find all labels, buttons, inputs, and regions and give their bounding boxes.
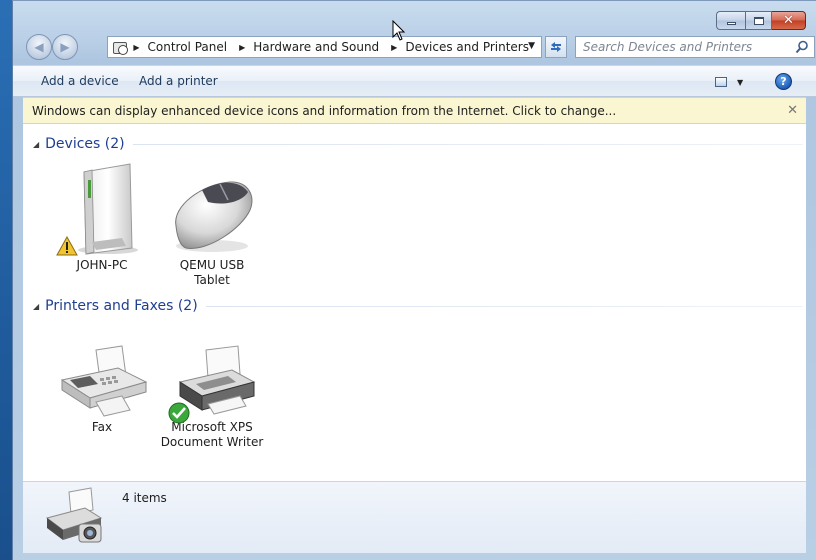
device-item-qemu-usb-tablet[interactable]: QEMU USB Tablet xyxy=(157,162,267,288)
device-label: QEMU USB Tablet xyxy=(157,258,267,288)
collapse-triangle-icon[interactable]: ◢ xyxy=(33,302,39,311)
maximize-button[interactable] xyxy=(745,11,772,30)
fax-icon xyxy=(60,345,148,417)
device-icon-wrap xyxy=(162,162,262,258)
device-label-line: Fax xyxy=(91,420,113,434)
breadcrumb-separator-icon[interactable]: ▶ xyxy=(133,43,139,52)
control-panel-icon xyxy=(112,40,129,55)
information-bar[interactable]: Windows can display enhanced device icon… xyxy=(23,97,806,124)
breadcrumb-devices-and-printers[interactable]: Devices and Printers xyxy=(405,40,529,54)
device-label-line: Document Writer xyxy=(160,435,264,449)
group-header-devices[interactable]: ◢ Devices (2) xyxy=(33,136,803,152)
details-pane: 4 items xyxy=(23,481,806,553)
device-label: JOHN-PC xyxy=(47,258,157,273)
warning-icon xyxy=(56,236,78,256)
navigation-bar: ◀ ▶ ▶ Control Panel ▶ Hardware and Sound… xyxy=(23,33,815,61)
view-icon xyxy=(715,77,727,87)
minimize-icon xyxy=(726,22,736,25)
change-view-button[interactable]: ▼ xyxy=(715,75,745,89)
back-arrow-icon: ◀ xyxy=(34,40,44,54)
add-device-button[interactable]: Add a device xyxy=(41,74,119,88)
device-label-line: Tablet xyxy=(194,273,230,287)
forward-arrow-icon: ▶ xyxy=(60,40,70,54)
search-icon[interactable] xyxy=(795,40,809,54)
address-dropdown-icon[interactable]: ▼ xyxy=(528,41,535,51)
collapse-triangle-icon[interactable]: ◢ xyxy=(33,140,39,149)
breadcrumb-control-panel[interactable]: Control Panel xyxy=(148,40,228,54)
explorer-window: ✕ ◀ ▶ ▶ Control Panel ▶ Hardware and Sou… xyxy=(12,0,816,560)
divider xyxy=(132,143,803,145)
device-label: Microsoft XPS Document Writer xyxy=(157,420,267,450)
command-bar: Add a device Add a printer ▼ ? xyxy=(13,65,816,97)
close-button[interactable]: ✕ xyxy=(772,11,806,30)
mouse-icon xyxy=(175,181,253,252)
close-icon[interactable]: ✕ xyxy=(787,103,798,118)
device-icon-wrap xyxy=(52,324,152,420)
group-header-printers-and-faxes[interactable]: ◢ Printers and Faxes (2) xyxy=(33,298,803,314)
refresh-button[interactable] xyxy=(545,36,567,58)
forward-button[interactable]: ▶ xyxy=(52,34,78,60)
maximize-icon xyxy=(753,16,764,25)
breadcrumb-hardware-and-sound[interactable]: Hardware and Sound xyxy=(253,40,379,54)
device-icon-wrap xyxy=(162,324,262,424)
printer-item-fax[interactable]: Fax xyxy=(47,324,157,435)
chevron-down-icon[interactable]: ▼ xyxy=(737,78,743,87)
mouse-cursor-icon xyxy=(392,20,406,41)
default-check-icon xyxy=(168,402,190,424)
close-icon: ✕ xyxy=(783,13,794,28)
back-button[interactable]: ◀ xyxy=(26,34,52,60)
breadcrumb-separator-icon[interactable]: ▶ xyxy=(239,43,245,52)
minimize-button[interactable] xyxy=(716,11,745,30)
device-label-line: JOHN-PC xyxy=(76,258,128,272)
add-printer-button[interactable]: Add a printer xyxy=(139,74,218,88)
help-icon: ? xyxy=(780,75,787,88)
refresh-icon xyxy=(551,42,561,52)
devices-content-pane: ◢ Devices (2) JOHN-PC QEMU USB Tablet ◢ … xyxy=(23,124,806,481)
information-bar-message[interactable]: Windows can display enhanced device icon… xyxy=(32,104,616,118)
device-icon-wrap xyxy=(52,162,152,258)
search-input[interactable] xyxy=(583,40,783,54)
group-title: Printers and Faxes (2) xyxy=(45,298,198,314)
device-label: Fax xyxy=(47,420,157,435)
search-box[interactable] xyxy=(575,36,815,58)
help-button[interactable]: ? xyxy=(775,73,792,90)
devices-and-printers-icon xyxy=(45,487,103,543)
device-item-john-pc[interactable]: JOHN-PC xyxy=(47,162,157,273)
printer-item-microsoft-xps-document-writer[interactable]: Microsoft XPS Document Writer xyxy=(157,324,267,450)
caption-buttons: ✕ xyxy=(716,11,806,30)
device-label-line: QEMU USB xyxy=(179,258,245,272)
divider xyxy=(205,305,803,307)
address-bar[interactable]: ▶ Control Panel ▶ Hardware and Sound ▶ D… xyxy=(107,36,542,58)
group-title: Devices (2) xyxy=(45,136,125,152)
item-count: 4 items xyxy=(122,491,167,505)
breadcrumb-separator-icon[interactable]: ▶ xyxy=(391,43,397,52)
